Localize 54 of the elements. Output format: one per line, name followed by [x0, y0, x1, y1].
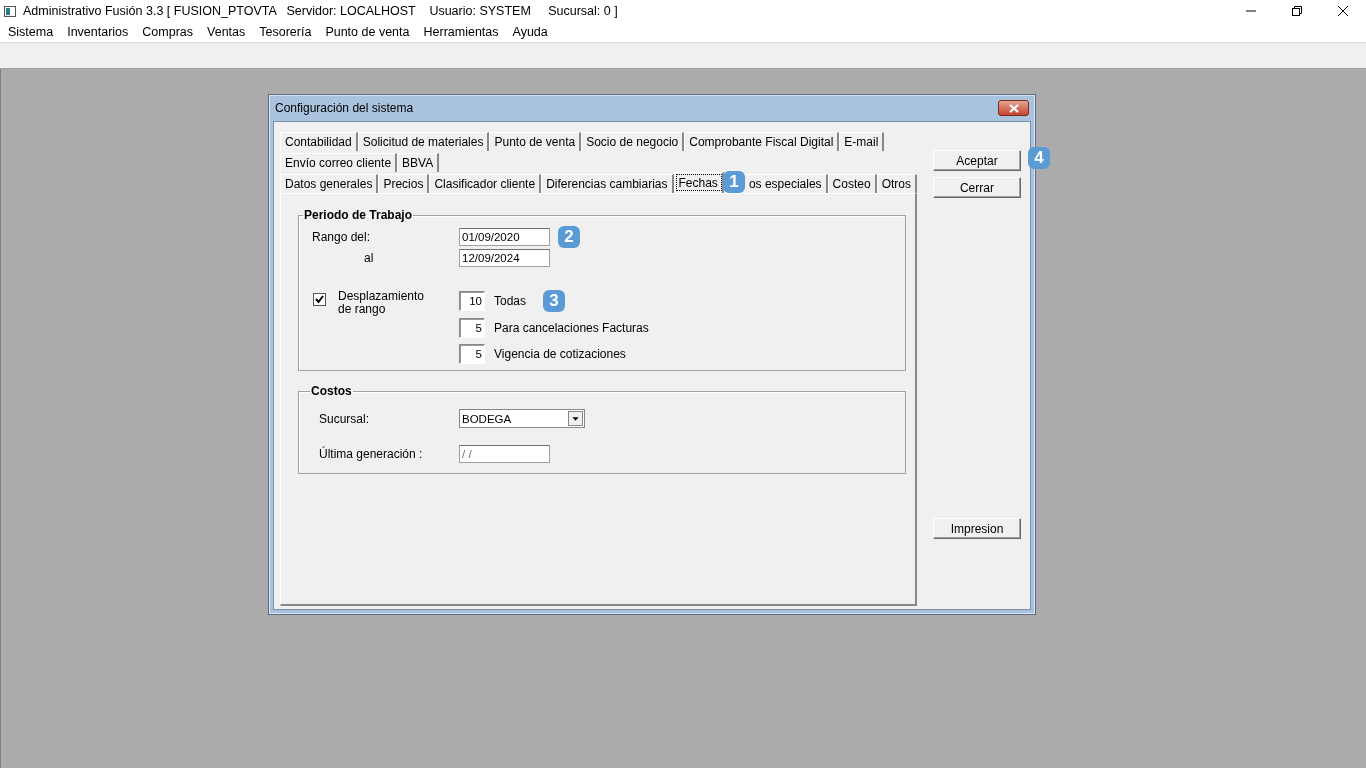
tab[interactable]: Precios — [378, 174, 430, 193]
menu-item[interactable]: Compras — [135, 25, 201, 39]
tab[interactable]: Envío correo cliente — [280, 153, 398, 172]
callout-badge: 3 — [543, 290, 566, 312]
callout-badge: 4 — [1027, 147, 1050, 169]
menu-item[interactable]: Sistema — [1, 25, 61, 39]
date-field[interactable]: / / — [459, 444, 550, 463]
menu-item[interactable]: Punto de venta — [318, 25, 417, 39]
number-field[interactable]: 5 — [459, 318, 485, 338]
field-label: al — [363, 250, 375, 265]
tab[interactable]: Socio de negocio — [581, 132, 685, 151]
field-label: Sucursal: — [319, 411, 371, 426]
tab[interactable]: Contabilidad — [280, 132, 358, 151]
field-label: Todas — [494, 294, 527, 308]
tab[interactable]: Fechas — [673, 172, 724, 193]
dialog-title: Configuración del sistema — [275, 101, 414, 115]
menu-item[interactable]: Inventarios — [60, 25, 136, 39]
tab[interactable]: E-mail — [839, 132, 885, 151]
date-field[interactable]: 01/09/2020 — [459, 227, 550, 246]
app-icon — [4, 5, 16, 17]
group-title: Periodo de Trabajo — [303, 208, 414, 222]
number-field[interactable]: 5 — [459, 344, 485, 364]
tab[interactable]: Datos generales — [280, 174, 379, 193]
print-button[interactable]: Impresion — [932, 518, 1021, 539]
tab[interactable]: Comprobante Fiscal Digital — [684, 132, 840, 151]
tab[interactable]: Clasificador cliente — [429, 174, 542, 193]
tab[interactable]: Solicitud de materiales — [357, 132, 490, 151]
menu-item[interactable]: Herramientas — [416, 25, 506, 39]
window-title: Administrativo Fusión 3.3 [ FUSION_PTOVTA Servidor: LOCALHOST Usuario: SYSTEM Sucursal: 0 ] — [23, 4, 619, 18]
tab[interactable]: Diferencias cambiarias — [541, 174, 674, 193]
tab[interactable]: Punto de venta — [489, 132, 582, 151]
menu-item[interactable]: Ventas — [200, 25, 253, 39]
close-button[interactable] — [998, 100, 1029, 116]
field-label: Para cancelaciones Facturas — [494, 321, 649, 335]
checkbox-label: Desplazamiento de rango — [338, 290, 426, 316]
menu-item[interactable]: Ayuda — [505, 25, 555, 39]
dialog-button[interactable]: Aceptar — [932, 150, 1021, 171]
dialog-button[interactable]: Cerrar — [932, 177, 1021, 198]
date-field[interactable]: 12/09/2024 — [459, 248, 550, 267]
callout-badge: 2 — [558, 225, 580, 248]
checkbox[interactable] — [313, 293, 326, 306]
field-label: Rango del: — [312, 229, 372, 244]
number-field[interactable]: 10 — [459, 291, 485, 311]
tab[interactable]: Otros — [876, 174, 917, 193]
field-label: Vigencia de cotizaciones — [494, 347, 626, 361]
menu-item[interactable]: Tesorería — [252, 25, 319, 39]
tab[interactable]: Costeo — [827, 174, 877, 193]
dropdown[interactable]: BODEGA — [459, 409, 585, 428]
tab[interactable]: 1 os especiales — [723, 174, 828, 193]
tab[interactable]: BBVA — [397, 153, 440, 172]
close-icon — [1007, 103, 1020, 113]
callout-badge: 1 — [722, 171, 745, 193]
field-label: Última generación : — [319, 446, 424, 461]
group-title: Costos — [310, 384, 353, 398]
